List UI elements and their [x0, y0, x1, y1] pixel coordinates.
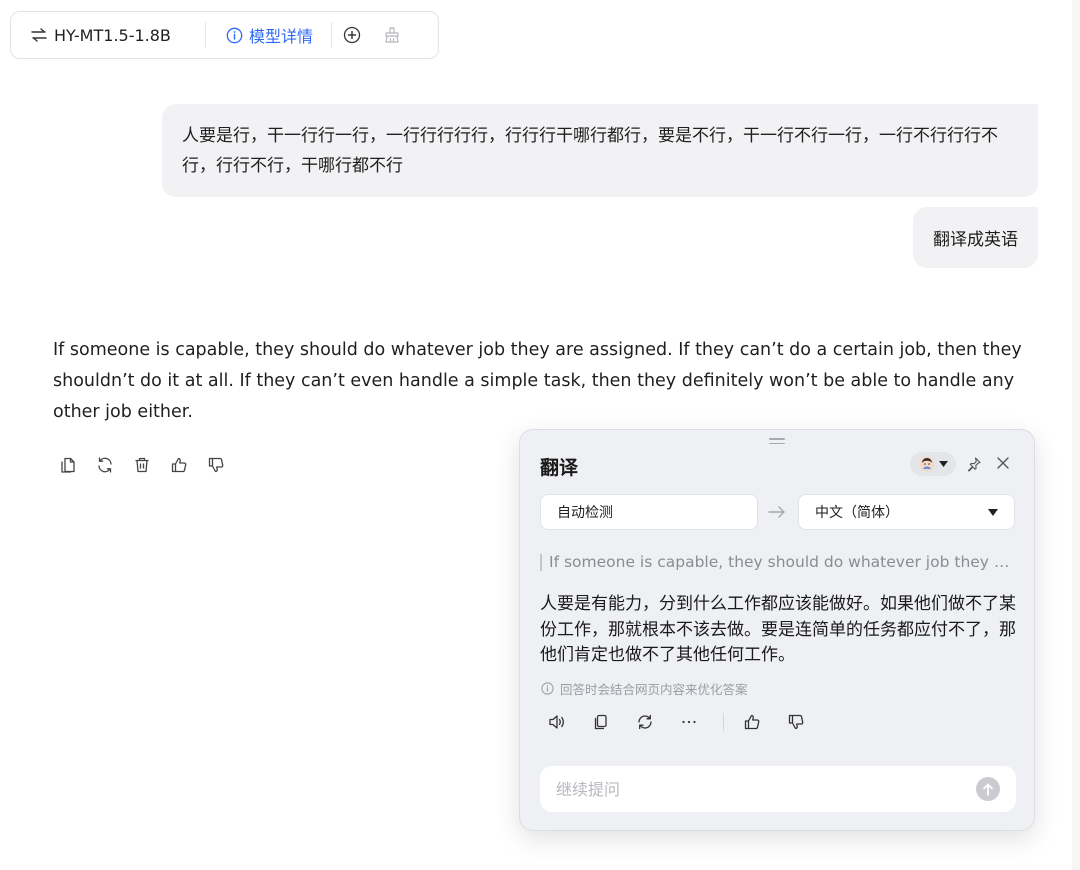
- divider: [723, 713, 724, 731]
- info-icon: [541, 682, 554, 695]
- copy-icon[interactable]: [591, 712, 611, 732]
- thumbs-down-icon[interactable]: [786, 712, 806, 732]
- user-message-bubble: 人要是行，干一行行一行，一行行行行行，行行行干哪行都行，要是不行，干一行不行一行…: [162, 104, 1038, 197]
- source-language-label: 自动检测: [557, 505, 613, 521]
- web-context-note: 回答时会结合网页内容来优化答案: [541, 679, 748, 698]
- translate-panel: 翻译 自动检测 中文（简体） If someone is capable, th…: [519, 429, 1035, 831]
- thumbs-up-icon[interactable]: [169, 455, 189, 475]
- speaker-icon[interactable]: [547, 712, 567, 732]
- model-detail-link[interactable]: 模型详情: [206, 23, 331, 47]
- quote-bar: [540, 553, 542, 571]
- model-switch-button[interactable]: HY-MT1.5-1.8B: [11, 26, 205, 45]
- drag-handle[interactable]: [769, 438, 785, 445]
- source-language-select[interactable]: 自动检测: [540, 494, 758, 530]
- translation-actions: [547, 712, 830, 732]
- assistant-avatar-selector[interactable]: [910, 452, 956, 476]
- source-text: If someone is capable, they should do wh…: [549, 553, 1016, 571]
- target-language-label: 中文（简体）: [815, 505, 899, 521]
- answer-actions: [58, 455, 226, 475]
- copy-icon[interactable]: [58, 455, 78, 475]
- avatar: [919, 456, 935, 472]
- note-text: 回答时会结合网页内容来优化答案: [560, 682, 748, 697]
- info-icon: [226, 27, 243, 44]
- delete-icon[interactable]: [132, 455, 152, 475]
- arrow-right-icon: [767, 502, 787, 522]
- thumbs-up-icon[interactable]: [742, 712, 762, 732]
- send-button[interactable]: [976, 777, 1000, 801]
- model-toolbar: HY-MT1.5-1.8B 模型详情: [10, 11, 439, 59]
- panel-title: 翻译: [540, 457, 579, 479]
- scrollbar-track[interactable]: [1072, 0, 1080, 870]
- close-button[interactable]: [995, 455, 1011, 471]
- refresh-icon[interactable]: [635, 712, 655, 732]
- close-icon: [995, 455, 1011, 471]
- followup-input[interactable]: [556, 779, 976, 799]
- pin-button[interactable]: [966, 456, 982, 472]
- pin-icon: [966, 456, 982, 472]
- thumbs-down-icon[interactable]: [206, 455, 226, 475]
- target-language-select[interactable]: 中文（简体）: [798, 494, 1015, 530]
- source-text-preview: If someone is capable, they should do wh…: [540, 553, 1016, 571]
- caret-down-icon: [988, 508, 998, 516]
- translation-result: 人要是有能力，分到什么工作都应该能做好。如果他们做不了某份工作，那就根本不该去做…: [540, 594, 1016, 665]
- caret-down-icon: [938, 461, 948, 467]
- add-circle-icon: [343, 26, 361, 44]
- new-chat-button[interactable]: [332, 11, 372, 59]
- regenerate-icon[interactable]: [95, 455, 115, 475]
- swap-icon: [31, 28, 47, 42]
- user-command-bubble: 翻译成英语: [913, 207, 1038, 268]
- clear-chat-button[interactable]: [372, 11, 412, 59]
- followup-input-box: [540, 766, 1016, 812]
- broom-icon: [383, 26, 401, 44]
- model-detail-label: 模型详情: [249, 27, 314, 46]
- model-name: HY-MT1.5-1.8B: [54, 25, 171, 45]
- assistant-answer: If someone is capable, they should do wh…: [53, 340, 1022, 422]
- more-icon[interactable]: [679, 712, 699, 732]
